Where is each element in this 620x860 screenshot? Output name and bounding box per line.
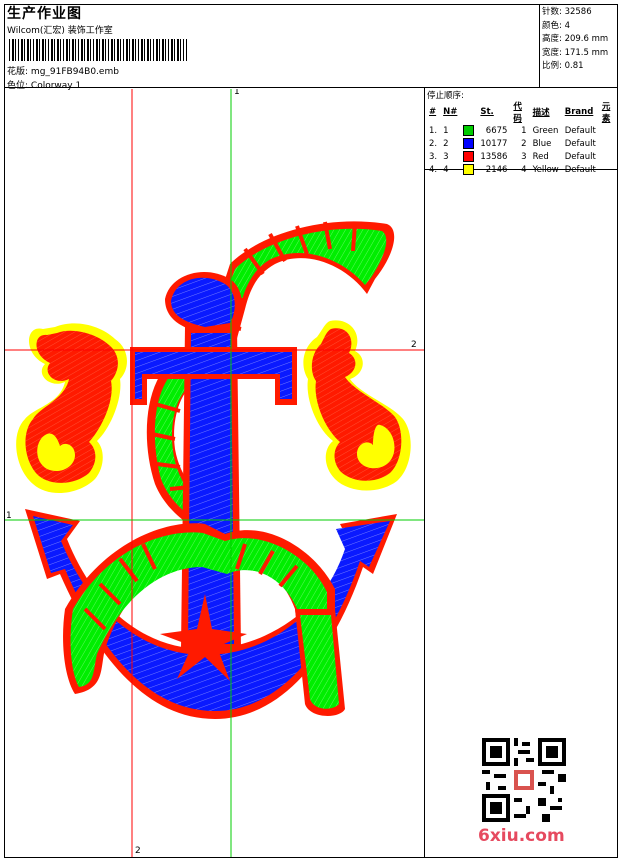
color-code: 3 — [521, 151, 527, 162]
stop-number: 2 — [443, 138, 449, 149]
guide-label-right: 2 — [411, 340, 417, 350]
thread-brand: Default — [564, 138, 596, 149]
spec-row: 针数: 32586 — [542, 7, 592, 17]
specs-panel: 针数: 32586 颜色: 4 高度: 209.6 mm 宽度: 171.5 m… — [540, 4, 618, 88]
swatch-icon — [463, 164, 475, 175]
pattern-label: 花版: — [7, 67, 29, 77]
swatch-col — [460, 100, 477, 124]
stop-index: 4. — [429, 164, 438, 175]
color-name: Yellow — [532, 164, 559, 175]
right-scroll — [303, 320, 411, 491]
barcode — [9, 39, 187, 61]
table-header-row: # N# St. 代码 描述 Brand 元素 — [429, 100, 611, 124]
column-divider — [424, 170, 425, 858]
element — [599, 124, 618, 137]
page-title: 生产作业图 — [7, 6, 82, 22]
color-code: 4 — [521, 164, 527, 175]
stop-index: 1. — [429, 125, 438, 136]
spec-row: 比例: 0.81 — [542, 61, 584, 71]
stop-index: 3. — [429, 151, 438, 162]
color-swatch — [460, 163, 477, 176]
table-row: 2. 2 10177 2 Blue Default — [426, 137, 618, 150]
color-name: Green — [532, 125, 559, 136]
stop-number: 1 — [443, 125, 449, 136]
color-swatch — [460, 150, 477, 163]
embroidery-preview — [5, 89, 424, 857]
guide-label-left: 1 — [6, 511, 12, 521]
stop-sequence-table: # N# St. 代码 描述 Brand 元素 1. 1 6675 1 Green Def… — [426, 100, 618, 176]
element — [599, 137, 618, 150]
thread-brand: Default — [564, 151, 596, 162]
color-name: Red — [532, 151, 549, 162]
stop-sequence-panel: 停止顺序: # N# St. 代码 描述 Brand 元素 1. 1 6675 1 Gr… — [424, 88, 618, 175]
header-panel: 生产作业图 Wilcom(汇宏) 装饰工作室 花版: mg_91FB94B0.e… — [4, 4, 540, 91]
guide-label-top: 1 — [234, 89, 240, 97]
element — [599, 163, 618, 176]
studio-name: Wilcom(汇宏) 装饰工作室 — [7, 26, 113, 36]
stitch-count: 10177 — [480, 138, 508, 149]
thread-brand: Default — [564, 125, 596, 136]
swatch-icon — [463, 151, 475, 162]
stop-number: 4 — [443, 164, 449, 175]
spec-row: 高度: 209.6 mm — [542, 34, 609, 44]
color-swatch — [460, 124, 477, 137]
color-swatch — [460, 137, 477, 150]
stitch-count: 13586 — [480, 151, 508, 162]
thread-brand: Default — [564, 164, 596, 175]
guide-label-bottom: 2 — [135, 846, 141, 856]
swatch-icon — [463, 138, 475, 149]
anchor-ring — [165, 271, 242, 334]
qr-code — [482, 738, 566, 822]
left-scroll — [16, 323, 127, 494]
stitch-count: 6675 — [485, 125, 508, 136]
color-code: 1 — [521, 125, 527, 136]
table-row: 3. 3 13586 3 Red Default — [426, 150, 618, 163]
color-code: 2 — [521, 138, 527, 149]
table-row: 4. 4 2146 4 Yellow Default — [426, 163, 618, 176]
design-canvas: 1 2 1 2 — [5, 89, 424, 857]
site-logo: 6xiu.com — [478, 826, 565, 846]
pattern-file: mg_91FB94B0.emb — [30, 67, 119, 77]
pattern-file-row: 花版: mg_91FB94B0.emb — [7, 64, 119, 77]
table-row: 1. 1 6675 1 Green Default — [426, 124, 618, 137]
stitch-count: 2146 — [485, 164, 508, 175]
stop-index: 2. — [429, 138, 438, 149]
color-name: Blue — [532, 138, 552, 149]
swatch-icon — [463, 125, 475, 136]
spec-row: 宽度: 171.5 mm — [542, 47, 609, 58]
stop-number: 3 — [443, 151, 449, 162]
element — [599, 150, 618, 163]
spec-row: 颜色: 4 — [542, 20, 570, 31]
